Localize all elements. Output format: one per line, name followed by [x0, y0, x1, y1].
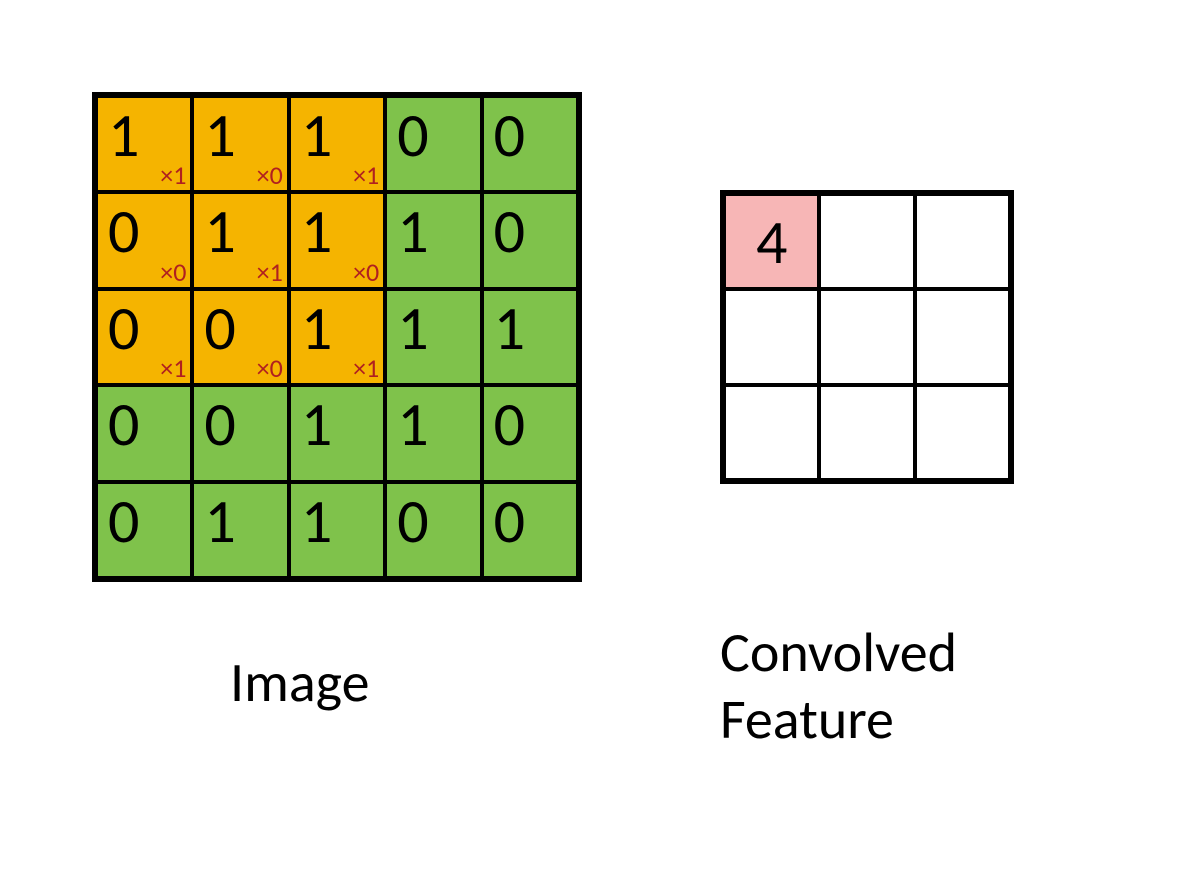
- kernel-multiplier: ×0: [257, 162, 283, 188]
- image-row: 0 0 1 1 0: [96, 385, 578, 481]
- feature-cell: 4: [724, 194, 819, 289]
- image-cell-value: 0: [397, 104, 428, 166]
- image-cell-value: 1: [204, 200, 235, 262]
- feature-cell: [915, 385, 1010, 480]
- image-cell-value: 0: [397, 490, 428, 552]
- image-cell: 0 ×0: [192, 289, 288, 385]
- feature-row: 4: [724, 194, 1010, 289]
- image-label: Image: [230, 650, 369, 717]
- image-cell-value: 0: [494, 393, 525, 455]
- image-cell: 0: [96, 385, 192, 481]
- image-row: 1 ×1 1 ×0 1 ×1 0 0: [96, 96, 578, 192]
- diagram-stage: 1×11×01×1000×01×11×0100×10×01×1110011001…: [0, 0, 1200, 876]
- image-cell-value: 0: [494, 490, 525, 552]
- image-cell-value: 0: [494, 200, 525, 262]
- kernel-multiplier: ×1: [160, 162, 186, 188]
- kernel-multiplier: ×1: [257, 259, 283, 285]
- feature-label: Convolved Feature: [720, 620, 957, 754]
- feature-cell: [724, 289, 819, 384]
- image-row: 0 1 1 0 0: [96, 482, 578, 578]
- image-cell: 0: [192, 385, 288, 481]
- image-cell-value: 1: [397, 393, 428, 455]
- image-cell: 0: [482, 96, 578, 192]
- image-cell-value: 0: [494, 104, 525, 166]
- feature-row: [724, 289, 1010, 384]
- feature-label-line2: Feature: [720, 686, 894, 754]
- image-cell-value: 1: [301, 104, 332, 166]
- image-cell: 0: [385, 482, 481, 578]
- kernel-multiplier: ×1: [353, 355, 379, 381]
- image-cell-value: 1: [204, 104, 235, 166]
- image-cell-value: 1: [108, 104, 139, 166]
- image-cell: 1: [385, 192, 481, 288]
- image-cell-value: 1: [301, 200, 332, 262]
- image-cell: 0: [482, 482, 578, 578]
- image-cell-value: 1: [397, 297, 428, 359]
- image-cell: 0: [385, 96, 481, 192]
- feature-cell: [915, 289, 1010, 384]
- image-cell: 1: [289, 482, 385, 578]
- image-cell-value: 0: [204, 297, 235, 359]
- image-cell-value: 0: [108, 297, 139, 359]
- kernel-multiplier: ×0: [160, 259, 186, 285]
- image-cell-value: 0: [204, 393, 235, 455]
- image-row: 0 ×0 1 ×1 1 ×0 1 0: [96, 192, 578, 288]
- feature-row: [724, 385, 1010, 480]
- image-cell: 1 ×1: [192, 192, 288, 288]
- image-cell: 0 ×1: [96, 289, 192, 385]
- feature-cell: [724, 385, 819, 480]
- feature-cell: [819, 385, 914, 480]
- kernel-multiplier: ×0: [353, 259, 379, 285]
- image-cell: 1: [385, 289, 481, 385]
- image-cell-value: 1: [494, 297, 525, 359]
- image-cell: 0: [96, 482, 192, 578]
- image-cell-value: 0: [108, 200, 139, 262]
- image-matrix: 1×11×01×1000×01×11×0100×10×01×1110011001…: [92, 92, 582, 582]
- image-cell: 1: [289, 385, 385, 481]
- image-cell: 1: [385, 385, 481, 481]
- image-cell-value: 1: [301, 393, 332, 455]
- feature-cell: [819, 194, 914, 289]
- image-cell: 1: [482, 289, 578, 385]
- image-cell-value: 1: [301, 490, 332, 552]
- image-cell-value: 1: [204, 490, 235, 552]
- image-cell-value: 1: [301, 297, 332, 359]
- kernel-multiplier: ×1: [160, 355, 186, 381]
- kernel-multiplier: ×1: [353, 162, 379, 188]
- feature-cell: [819, 289, 914, 384]
- image-row: 0 ×1 0 ×0 1 ×1 1 1: [96, 289, 578, 385]
- image-cell: 1: [192, 482, 288, 578]
- image-cell: 0 ×0: [96, 192, 192, 288]
- image-cell: 1 ×1: [289, 289, 385, 385]
- image-cell-value: 0: [108, 490, 139, 552]
- image-cell: 0: [482, 385, 578, 481]
- image-cell: 0: [482, 192, 578, 288]
- kernel-multiplier: ×0: [257, 355, 283, 381]
- image-cell: 1 ×1: [96, 96, 192, 192]
- feature-label-line1: Convolved: [720, 619, 957, 687]
- convolved-feature-matrix: 4: [720, 190, 1014, 484]
- image-cell: 1 ×1: [289, 96, 385, 192]
- image-cell: 1 ×0: [192, 96, 288, 192]
- image-cell: 1 ×0: [289, 192, 385, 288]
- feature-cell: [915, 194, 1010, 289]
- image-cell-value: 0: [108, 393, 139, 455]
- image-cell-value: 1: [397, 200, 428, 262]
